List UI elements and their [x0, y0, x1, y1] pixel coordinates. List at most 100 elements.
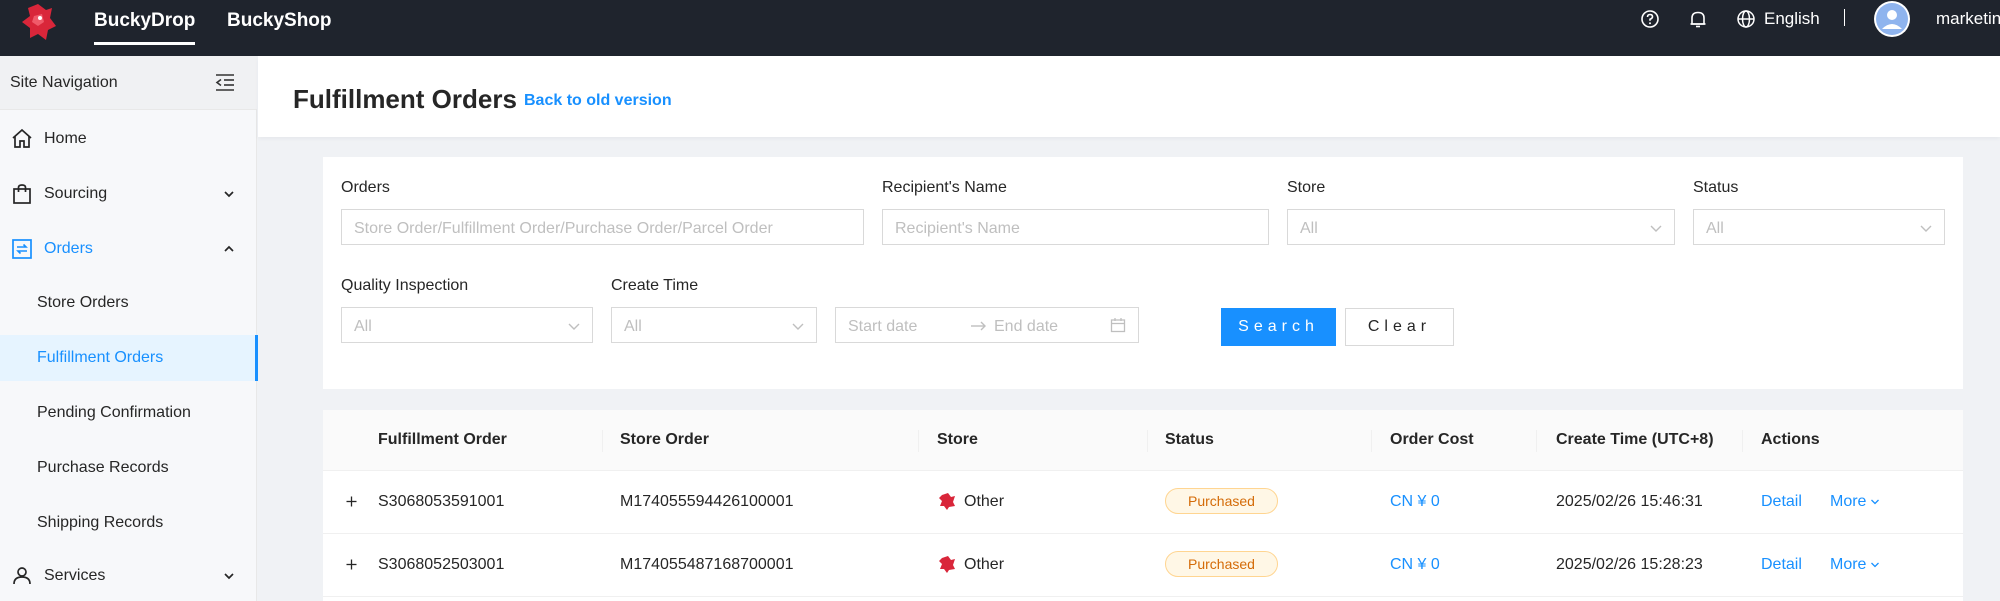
collapse-menu-icon[interactable]	[214, 71, 236, 93]
table-row: S3068052503001 M174055487168700001 Other…	[323, 534, 1963, 597]
bell-icon[interactable]	[1687, 8, 1709, 30]
fulfillment-order-id: S3068053591001	[378, 493, 505, 510]
arrow-right-icon	[971, 321, 986, 331]
end-date-input[interactable]: End date	[994, 318, 1058, 336]
quality-inspection-label: Quality Inspection	[341, 277, 469, 294]
more-label: More	[1830, 556, 1867, 573]
search-button[interactable]: Search	[1221, 308, 1336, 346]
user-avatar-icon	[1876, 3, 1908, 35]
detail-link[interactable]: Detail	[1761, 556, 1802, 574]
tab-buckydrop[interactable]: BuckyDrop	[94, 10, 196, 45]
sidebar-item-fulfillment-orders[interactable]: Fulfillment Orders	[0, 335, 258, 381]
store-name: Other	[964, 556, 1005, 573]
create-time: 2025/02/26 15:46:31	[1556, 493, 1703, 510]
order-cost-link[interactable]: CN ¥ 0	[1390, 493, 1440, 511]
create-time-label: Create Time	[611, 277, 699, 294]
page-header: Fulfillment Orders Back to old version	[258, 56, 2000, 137]
orders-search-input[interactable]: Store Order/Fulfillment Order/Purchase O…	[341, 209, 864, 245]
sidebar-item-purchase-records[interactable]: Purchase Records	[0, 445, 257, 491]
column-order-cost: Order Cost	[1390, 431, 1474, 448]
sidebar-item-home[interactable]: Home	[0, 116, 257, 162]
column-actions: Actions	[1761, 431, 1820, 448]
create-time-value: All	[624, 318, 642, 335]
username[interactable]: marketin	[1936, 9, 2000, 29]
column-divider	[1371, 430, 1372, 452]
column-fulfillment-order: Fulfillment Order	[378, 431, 507, 448]
sidebar-item-services[interactable]: Services	[0, 553, 257, 599]
language-selector[interactable]: English	[1764, 9, 1820, 29]
start-date-input[interactable]: Start date	[848, 318, 917, 335]
column-divider	[1742, 430, 1743, 452]
create-time: 2025/02/26 15:28:23	[1556, 556, 1703, 573]
table-row: S3068053591001 M174055594426100001 Other…	[323, 471, 1963, 534]
recipient-name-label: Recipient's Name	[882, 179, 1007, 196]
sidebar-item-orders[interactable]: Orders	[0, 226, 257, 272]
column-divider	[1536, 430, 1537, 452]
orders-placeholder: Store Order/Fulfillment Order/Purchase O…	[354, 220, 773, 237]
sidebar-item-shipping-records[interactable]: Shipping Records	[0, 500, 257, 546]
sidebar-item-sourcing[interactable]: Sourcing	[0, 171, 257, 217]
order-cost-link[interactable]: CN ¥ 0	[1390, 556, 1440, 574]
sidebar-item-label: Orders	[44, 240, 93, 257]
more-dropdown[interactable]: More	[1830, 493, 1880, 511]
sidebar: Site Navigation Home Sourcing Orders Sto…	[0, 56, 258, 601]
clear-button[interactable]: Clear	[1345, 308, 1454, 346]
recipient-name-input[interactable]: Recipient's Name	[882, 209, 1269, 245]
expand-row-icon[interactable]	[343, 556, 360, 573]
column-store-order: Store Order	[620, 431, 709, 448]
more-label: More	[1830, 493, 1867, 510]
column-create-time: Create Time (UTC+8)	[1556, 431, 1714, 448]
chevron-down-icon	[1871, 499, 1880, 505]
home-icon	[12, 128, 32, 148]
chevron-down-icon	[1871, 562, 1880, 568]
avatar[interactable]	[1874, 1, 1910, 37]
quality-inspection-select[interactable]: All	[341, 307, 593, 343]
globe-icon[interactable]	[1735, 8, 1757, 30]
chevron-up-icon	[224, 245, 234, 252]
status-badge: Purchased	[1165, 488, 1278, 514]
help-icon[interactable]	[1639, 8, 1661, 30]
services-icon	[13, 567, 31, 585]
sidebar-item-store-orders[interactable]: Store Orders	[0, 280, 257, 326]
buckydrop-logo-icon[interactable]	[16, 0, 62, 46]
column-divider	[918, 430, 919, 452]
sidebar-item-label: Services	[44, 567, 106, 584]
sidebar-item-pending-confirmation[interactable]: Pending Confirmation	[0, 390, 257, 436]
store-order-id: M174055487168700001	[620, 556, 794, 573]
recipient-placeholder: Recipient's Name	[895, 220, 1020, 237]
back-to-old-version-link[interactable]: Back to old version	[524, 92, 672, 110]
status-select[interactable]: All	[1693, 209, 1945, 245]
store-logo-icon	[939, 493, 955, 510]
sidebar-sub-label: Store Orders	[37, 294, 129, 311]
status-badge: Purchased	[1165, 551, 1278, 577]
quality-inspection-value: All	[354, 318, 372, 335]
store-order-id: M174055594426100001	[620, 493, 794, 510]
store-select-value: All	[1300, 220, 1318, 237]
more-dropdown[interactable]: More	[1830, 556, 1880, 574]
chevron-down-icon	[1650, 225, 1662, 232]
tab-buckyshop[interactable]: BuckyShop	[227, 10, 332, 32]
chevron-down-icon	[1920, 225, 1932, 232]
orders-table: Fulfillment Order Store Order Store Stat…	[323, 410, 1963, 601]
date-range-picker[interactable]: Start date End date	[835, 307, 1139, 343]
create-time-select[interactable]: All	[611, 307, 817, 343]
column-status: Status	[1165, 431, 1214, 448]
sidebar-item-label: Sourcing	[44, 185, 108, 202]
detail-link[interactable]: Detail	[1761, 493, 1802, 511]
filter-panel: Orders Store Order/Fulfillment Order/Pur…	[323, 157, 1963, 389]
page-title: Fulfillment Orders	[293, 84, 517, 114]
chevron-down-icon	[224, 573, 234, 580]
orders-label: Orders	[341, 179, 390, 196]
sidebar-title: Site Navigation	[10, 74, 118, 91]
expand-row-icon[interactable]	[343, 493, 360, 510]
chevron-down-icon	[568, 323, 580, 330]
store-name: Other	[964, 493, 1005, 510]
sidebar-sub-label: Shipping Records	[37, 514, 164, 531]
sidebar-header: Site Navigation	[0, 56, 257, 110]
store-select[interactable]: All	[1287, 209, 1675, 245]
fulfillment-order-id: S3068052503001	[378, 556, 505, 573]
table-header: Fulfillment Order Store Order Store Stat…	[323, 410, 1963, 471]
column-divider	[1147, 430, 1148, 452]
store-logo-icon	[939, 556, 955, 573]
top-bar: BuckyDrop BuckyShop English marketin	[0, 0, 2000, 56]
